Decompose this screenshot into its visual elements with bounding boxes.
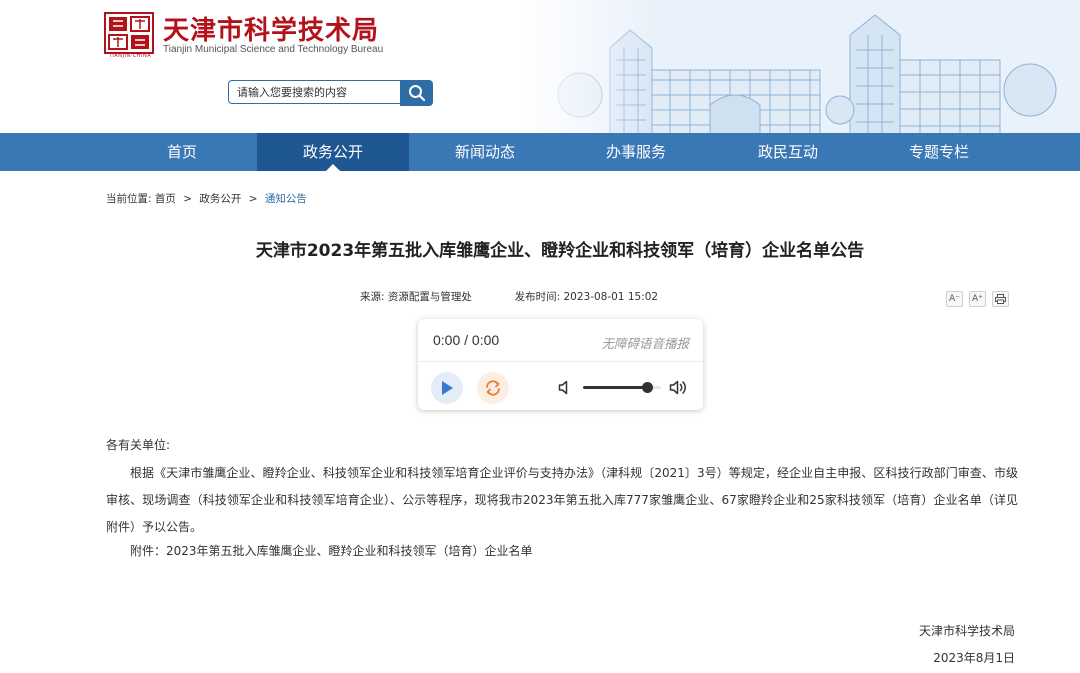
font-smaller-button[interactable]: A⁻ — [946, 291, 963, 307]
breadcrumb-separator: > — [183, 193, 193, 205]
play-icon — [442, 381, 453, 395]
nav-item-services[interactable]: 办事服务 — [560, 133, 712, 171]
font-larger-button[interactable]: A⁺ — [969, 291, 986, 307]
search-button[interactable] — [400, 80, 433, 106]
source-value: 资源配置与管理处 — [387, 291, 472, 303]
play-button[interactable] — [431, 372, 463, 404]
attachment-link[interactable]: 附件：2023年第五批入库雏鹰企业、瞪羚企业和科技领军（培育）企业名单 — [130, 542, 533, 559]
volume-knob[interactable] — [641, 382, 653, 393]
volume-high-icon[interactable] — [669, 379, 689, 396]
print-button[interactable] — [992, 291, 1009, 307]
main-nav: 首页 政务公开 新闻动态 办事服务 政民互动 专题专栏 — [0, 133, 1080, 171]
article-title: 天津市2023年第五批入库雏鹰企业、瞪羚企业和科技领军（培育）企业名单公告 — [255, 241, 865, 261]
accessibility-voice-label: 无障碍语音播报 — [601, 336, 689, 351]
article-meta: 来源: 资源配置与管理处 发布时间: 2023-08-01 15:02 — [360, 289, 658, 304]
loop-icon — [486, 380, 500, 396]
audio-player: 0:00 / 0:00 无障碍语音播报 — [418, 319, 703, 410]
article-tools: A⁻ A⁺ — [946, 291, 1009, 307]
breadcrumb: 当前位置: 首页 > 政务公开 > 通知公告 — [106, 191, 307, 206]
search-box — [228, 80, 433, 106]
breadcrumb-notices[interactable]: 通知公告 — [265, 193, 307, 205]
nav-item-topics[interactable]: 专题专栏 — [863, 133, 1015, 171]
signature-date: 2023年8月1日 — [933, 651, 1015, 665]
breadcrumb-separator: > — [248, 193, 258, 205]
salutation: 各有关单位: — [106, 438, 171, 452]
site-subtitle: Tianjin Municipal Science and Technology… — [163, 44, 384, 55]
nav-item-news[interactable]: 新闻动态 — [409, 133, 561, 171]
volume-level — [583, 386, 647, 389]
search-icon — [408, 85, 425, 102]
font-smaller-icon: A⁻ — [949, 294, 960, 304]
site-title[interactable]: 天津市科学技术局 — [163, 10, 379, 47]
nav-item-interaction[interactable]: 政民互动 — [712, 133, 864, 171]
player-divider — [418, 361, 703, 362]
seal-caption: TIANJIN·CHINA — [108, 53, 152, 59]
loop-button[interactable] — [477, 372, 509, 404]
active-nav-indicator — [326, 164, 340, 171]
source-label: 来源: — [360, 291, 385, 303]
date-label: 发布时间: — [514, 291, 561, 303]
nav-item-home[interactable]: 首页 — [106, 133, 258, 171]
article-paragraph: 根据《天津市雏鹰企业、瞪羚企业、科技领军企业和科技领军培育企业评价与支持办法》（… — [106, 466, 1018, 534]
site-header: TIANJIN·CHINA 天津市科学技术局 Tianjin Municipal… — [0, 0, 1080, 133]
player-time: 0:00 / 0:00 — [433, 332, 500, 348]
date-value: 2023-08-01 15:02 — [563, 291, 659, 303]
volume-low-icon[interactable] — [558, 380, 572, 395]
volume-slider[interactable] — [583, 382, 661, 393]
signature-organization: 天津市科学技术局 — [918, 624, 1015, 638]
breadcrumb-home[interactable]: 首页 — [155, 193, 176, 205]
search-input[interactable] — [228, 80, 400, 104]
breadcrumb-government-affairs[interactable]: 政务公开 — [199, 193, 241, 205]
building-illustration — [520, 0, 1080, 133]
font-larger-icon: A⁺ — [972, 294, 983, 304]
breadcrumb-prefix: 当前位置: — [106, 193, 152, 205]
print-icon — [995, 294, 1006, 304]
